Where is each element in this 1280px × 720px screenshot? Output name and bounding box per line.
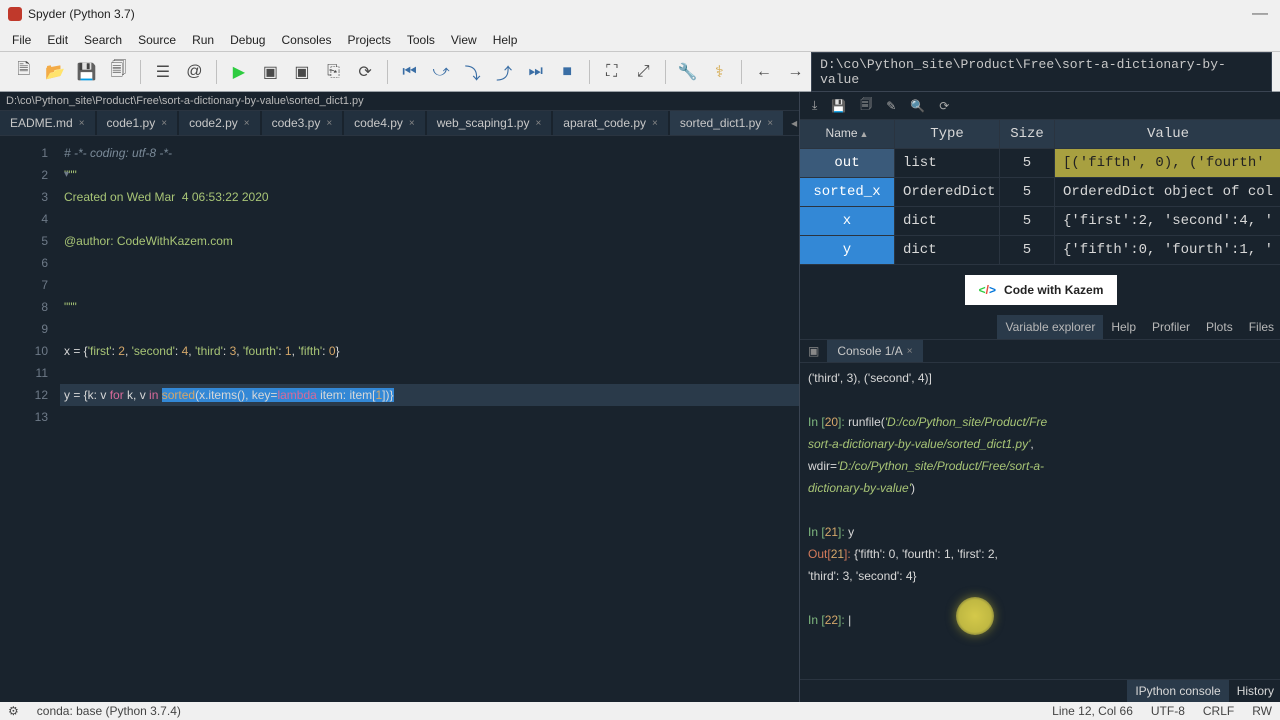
variable-explorer-toolbar: ⤓ 💾 🗐 ✎ 🔍 ⟳ <box>800 92 1280 120</box>
list-icon[interactable]: ☰ <box>151 60 175 84</box>
variable-table: Name▲ Type Size Value outlist5[('fifth',… <box>800 120 1280 265</box>
debug-step-icon[interactable]: ⏮ <box>398 60 422 84</box>
menu-file[interactable]: File <box>4 30 39 50</box>
debug-continue-icon[interactable]: ⏭ <box>524 60 548 84</box>
file-path-breadcrumb: D:\co\Python_site\Product\Free\sort-a-di… <box>0 92 799 111</box>
search-icon[interactable]: 🔍 <box>910 99 925 113</box>
app-icon <box>8 7 22 21</box>
debug-over-icon[interactable]: ⤻ <box>429 60 453 84</box>
run-cell-icon[interactable]: ▣ <box>259 60 283 84</box>
fold-icon[interactable]: ▾ <box>64 164 69 186</box>
debug-into-icon[interactable]: ⤵ <box>461 60 485 84</box>
tab-profiler[interactable]: Profiler <box>1144 315 1198 339</box>
tab-code4[interactable]: code4.py× <box>344 111 425 135</box>
tab-help[interactable]: Help <box>1103 315 1144 339</box>
tab-sorted-dict1[interactable]: sorted_dict1.py× <box>670 111 783 135</box>
new-file-icon[interactable]: 🗎 <box>12 60 36 84</box>
tab-files[interactable]: Files <box>1241 315 1280 339</box>
tab-variable-explorer[interactable]: Variable explorer <box>997 315 1103 339</box>
cursor-highlight <box>956 597 994 635</box>
wrench-icon[interactable]: 🔧 <box>676 60 700 84</box>
menubar: File Edit Search Source Run Debug Consol… <box>0 28 1280 52</box>
menu-projects[interactable]: Projects <box>340 30 399 50</box>
menu-search[interactable]: Search <box>76 30 130 50</box>
save-all-icon[interactable]: 🗐 <box>107 60 131 84</box>
col-value[interactable]: Value <box>1055 120 1280 149</box>
tab-code2[interactable]: code2.py× <box>179 111 260 135</box>
titlebar: Spyder (Python 3.7) — <box>0 0 1280 28</box>
ipython-console[interactable]: ('third', 3), ('second', 4)] In [20]: ru… <box>800 363 1280 679</box>
toolbar: 🗎 📂 💾 🗐 ☰ @ ▶ ▣ ▣ ⎘ ⟳ ⏮ ⤻ ⤵ ⤴ ⏭ ■ ⛶ ⤢ 🔧 … <box>0 52 1280 92</box>
back-icon[interactable]: ← <box>752 60 776 84</box>
editor-tabs: EADME.md× code1.py× code2.py× code3.py× … <box>0 111 799 136</box>
run-selection-icon[interactable]: ⎘ <box>322 60 346 84</box>
menu-consoles[interactable]: Consoles <box>273 30 339 50</box>
run-cell-advance-icon[interactable]: ▣ <box>290 60 314 84</box>
save-icon[interactable]: 💾 <box>75 60 99 84</box>
console-tab-1a[interactable]: Console 1/A× <box>827 340 922 362</box>
import-data-icon[interactable]: ⤓ <box>812 98 817 113</box>
status-encoding: UTF-8 <box>1151 704 1185 718</box>
status-cursor-pos: Line 12, Col 66 <box>1052 704 1133 718</box>
at-icon[interactable]: @ <box>183 60 207 84</box>
code-with-kazem-logo: </> Code with Kazem <box>965 275 1118 305</box>
menu-help[interactable]: Help <box>485 30 526 50</box>
maximize-pane-icon[interactable]: ⛶ <box>600 60 624 84</box>
var-row-sorted-x[interactable]: sorted_xOrderedDict5OrderedDict object o… <box>800 178 1280 207</box>
working-dir-field[interactable]: D:\co\Python_site\Product\Free\sort-a-di… <box>811 52 1272 92</box>
tab-ipython-console[interactable]: IPython console <box>1127 680 1228 702</box>
python-icon[interactable]: ⚕ <box>708 60 732 84</box>
editor-pane: D:\co\Python_site\Product\Free\sort-a-di… <box>0 92 800 702</box>
tab-prev-icon[interactable]: ◂ <box>791 116 797 130</box>
debug-out-icon[interactable]: ⤴ <box>492 60 516 84</box>
console-options-icon[interactable]: ▣ <box>800 340 827 362</box>
reload-icon[interactable]: ⟳ <box>353 60 377 84</box>
save-data-icon[interactable]: 💾 <box>831 99 846 113</box>
menu-edit[interactable]: Edit <box>39 30 76 50</box>
tab-plots[interactable]: Plots <box>1198 315 1241 339</box>
menu-run[interactable]: Run <box>184 30 222 50</box>
debug-stop-icon[interactable]: ■ <box>555 60 579 84</box>
col-type[interactable]: Type <box>895 120 1000 149</box>
logo-area: </> Code with Kazem <box>800 265 1280 315</box>
tab-aparat[interactable]: aparat_code.py× <box>553 111 668 135</box>
code-editor[interactable]: 12345678910111213 ▾ # -*- coding: utf-8 … <box>0 136 799 702</box>
status-kernel-icon: ⚙ <box>8 704 19 718</box>
menu-view[interactable]: View <box>443 30 485 50</box>
right-pane: ⤓ 💾 🗐 ✎ 🔍 ⟳ Name▲ Type Size Value outlis… <box>800 92 1280 702</box>
tab-code3[interactable]: code3.py× <box>262 111 343 135</box>
status-env: conda: base (Python 3.7.4) <box>37 704 181 718</box>
menu-source[interactable]: Source <box>130 30 184 50</box>
tab-history[interactable]: History <box>1229 680 1280 702</box>
tab-code1[interactable]: code1.py× <box>97 111 178 135</box>
menu-tools[interactable]: Tools <box>399 30 443 50</box>
fullscreen-icon[interactable]: ⤢ <box>632 60 656 84</box>
edit-icon[interactable]: ✎ <box>886 99 896 113</box>
statusbar: ⚙ conda: base (Python 3.7.4) Line 12, Co… <box>0 702 1280 720</box>
col-size[interactable]: Size <box>1000 120 1055 149</box>
col-name[interactable]: Name▲ <box>800 120 895 149</box>
var-row-x[interactable]: xdict5{'first':2, 'second':4, ' <box>800 207 1280 236</box>
tab-webscaping[interactable]: web_scaping1.py× <box>427 111 552 135</box>
menu-debug[interactable]: Debug <box>222 30 273 50</box>
refresh-icon[interactable]: ⟳ <box>939 99 949 113</box>
var-row-y[interactable]: ydict5{'fifth':0, 'fourth':1, ' <box>800 236 1280 265</box>
line-gutter: 12345678910111213 <box>0 142 60 702</box>
tab-readme[interactable]: EADME.md× <box>0 111 95 135</box>
right-panel-tabs: Variable explorer Help Profiler Plots Fi… <box>800 315 1280 340</box>
console-bottom-tabs: IPython console History <box>800 679 1280 702</box>
var-row-out[interactable]: outlist5[('fifth', 0), ('fourth' <box>800 149 1280 178</box>
status-eol: CRLF <box>1203 704 1234 718</box>
forward-icon[interactable]: → <box>784 60 808 84</box>
console-pane: ▣ Console 1/A× ('third', 3), ('second', … <box>800 340 1280 702</box>
run-icon[interactable]: ▶ <box>227 60 251 84</box>
window-title: Spyder (Python 3.7) <box>28 7 135 21</box>
open-file-icon[interactable]: 📂 <box>44 60 68 84</box>
status-rw: RW <box>1252 704 1272 718</box>
minimize-button[interactable]: — <box>1248 5 1272 23</box>
save-all-data-icon[interactable]: 🗐 <box>860 95 872 116</box>
